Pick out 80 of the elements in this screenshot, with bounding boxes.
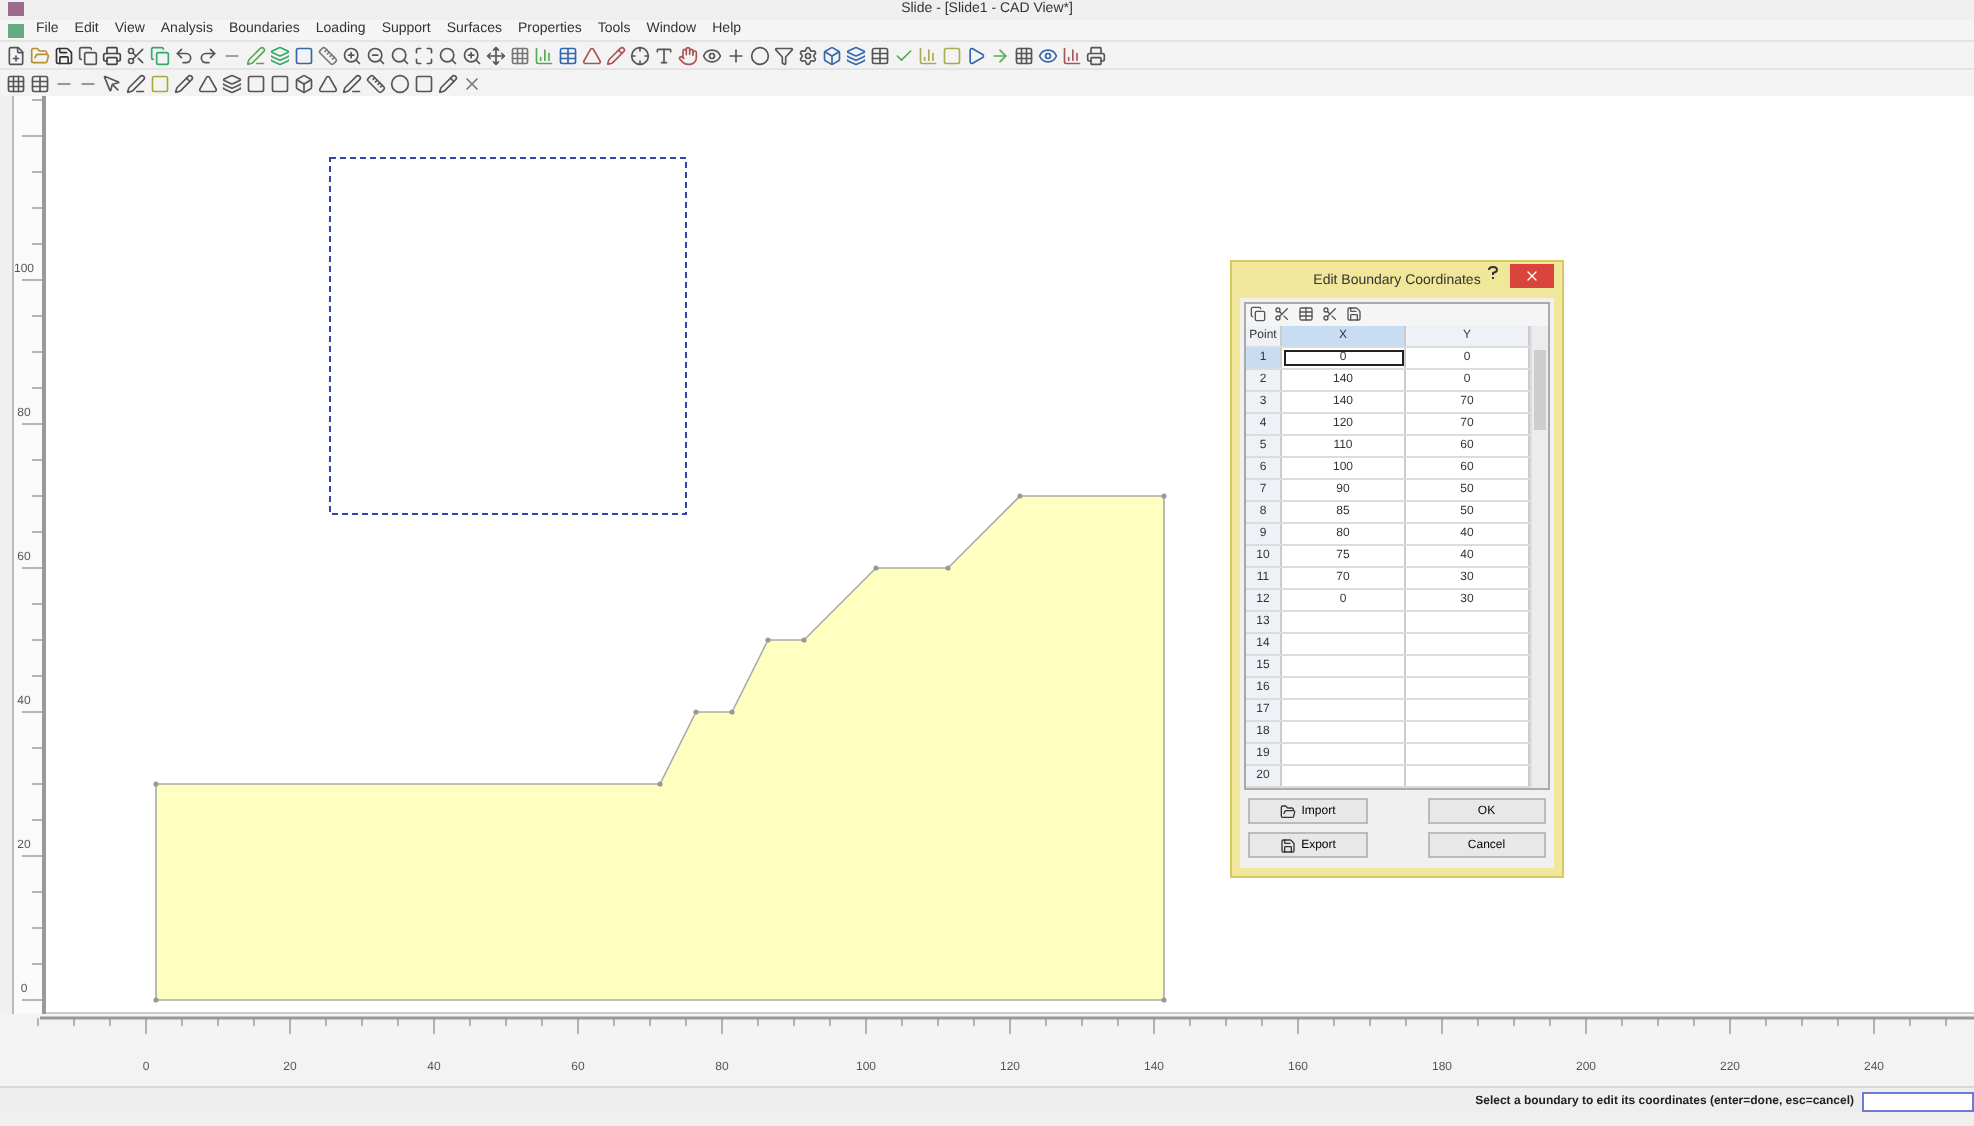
zoom-out-icon[interactable] [366,45,386,65]
scissors-icon[interactable] [1322,305,1342,325]
vertex-marker[interactable] [801,637,807,643]
gear-icon[interactable] [798,45,818,65]
pen-icon[interactable] [342,73,362,93]
folder-icon [1279,803,1296,819]
help-icon[interactable] [1488,266,1498,280]
scissors-icon[interactable] [126,45,146,65]
triangle-icon[interactable] [198,73,218,93]
ruler-icon[interactable] [318,45,338,65]
close-icon[interactable] [462,73,482,93]
save-icon[interactable] [1346,305,1366,325]
circle-icon[interactable] [390,73,410,93]
vertex-marker[interactable] [1161,493,1167,499]
box-icon[interactable] [294,73,314,93]
vertex-marker[interactable] [873,565,879,571]
vertex-marker[interactable] [153,781,159,787]
square-icon[interactable] [246,73,266,93]
menu-icon[interactable] [8,23,24,37]
table-icon[interactable] [558,45,578,65]
vertex-marker[interactable] [945,565,951,571]
vertex-marker[interactable] [765,637,771,643]
vertex-marker[interactable] [693,709,699,715]
vertex-marker[interactable] [1161,997,1167,1003]
close-icon [1524,268,1540,284]
ruler-icon[interactable] [366,73,386,93]
vertex-marker[interactable] [729,709,735,715]
copy-icon[interactable] [78,45,98,65]
redo-icon[interactable] [198,45,218,65]
zoom-in-icon[interactable] [342,45,362,65]
vertex-marker[interactable] [153,997,159,1003]
printer-icon[interactable] [102,45,122,65]
save-icon [1279,837,1296,853]
pencil-icon[interactable] [606,45,626,65]
maximize-icon[interactable] [414,45,434,65]
command-input[interactable] [1862,1091,1974,1111]
move-icon[interactable] [486,45,506,65]
scissors-icon[interactable] [1274,305,1294,325]
hand-icon[interactable] [678,45,698,65]
grid-icon[interactable] [510,45,530,65]
box-icon[interactable] [822,45,842,65]
check-icon[interactable] [894,45,914,65]
square-icon[interactable] [270,73,290,93]
grid-icon[interactable] [6,73,26,93]
pencil-icon[interactable] [174,73,194,93]
triangle-icon[interactable] [582,45,602,65]
search-icon[interactable] [438,45,458,65]
save-icon[interactable] [54,45,74,65]
grid-icon[interactable] [1014,45,1034,65]
search-icon[interactable] [390,45,410,65]
filter-icon[interactable] [774,45,794,65]
eye-icon[interactable] [1038,45,1058,65]
chart-icon[interactable] [534,45,554,65]
pencil-icon[interactable] [438,73,458,93]
table-icon[interactable] [870,45,890,65]
crosshair-icon[interactable] [630,45,650,65]
vertex-marker[interactable] [657,781,663,787]
undo-icon[interactable] [174,45,194,65]
square-icon[interactable] [294,45,314,65]
table-icon[interactable] [1298,305,1318,325]
plus-icon[interactable] [726,45,746,65]
copy-icon[interactable] [1250,305,1270,325]
pen-icon[interactable] [126,73,146,93]
table-icon[interactable] [30,73,50,93]
circle-icon[interactable] [750,45,770,65]
eye-icon[interactable] [702,45,722,65]
app-icon [8,2,24,16]
vertex-marker[interactable] [1017,493,1023,499]
chart-icon[interactable] [1062,45,1082,65]
layers-icon[interactable] [846,45,866,65]
scrollbar[interactable] [1530,326,1548,788]
layers-icon[interactable] [222,73,242,93]
pointer-icon[interactable] [102,73,122,93]
square-icon[interactable] [414,73,434,93]
printer-icon[interactable] [1086,45,1106,65]
new-file-icon[interactable] [6,45,26,65]
zoom-in-icon[interactable] [462,45,482,65]
play-icon[interactable] [966,45,986,65]
text-icon[interactable] [654,45,674,65]
triangle-icon[interactable] [318,73,338,93]
